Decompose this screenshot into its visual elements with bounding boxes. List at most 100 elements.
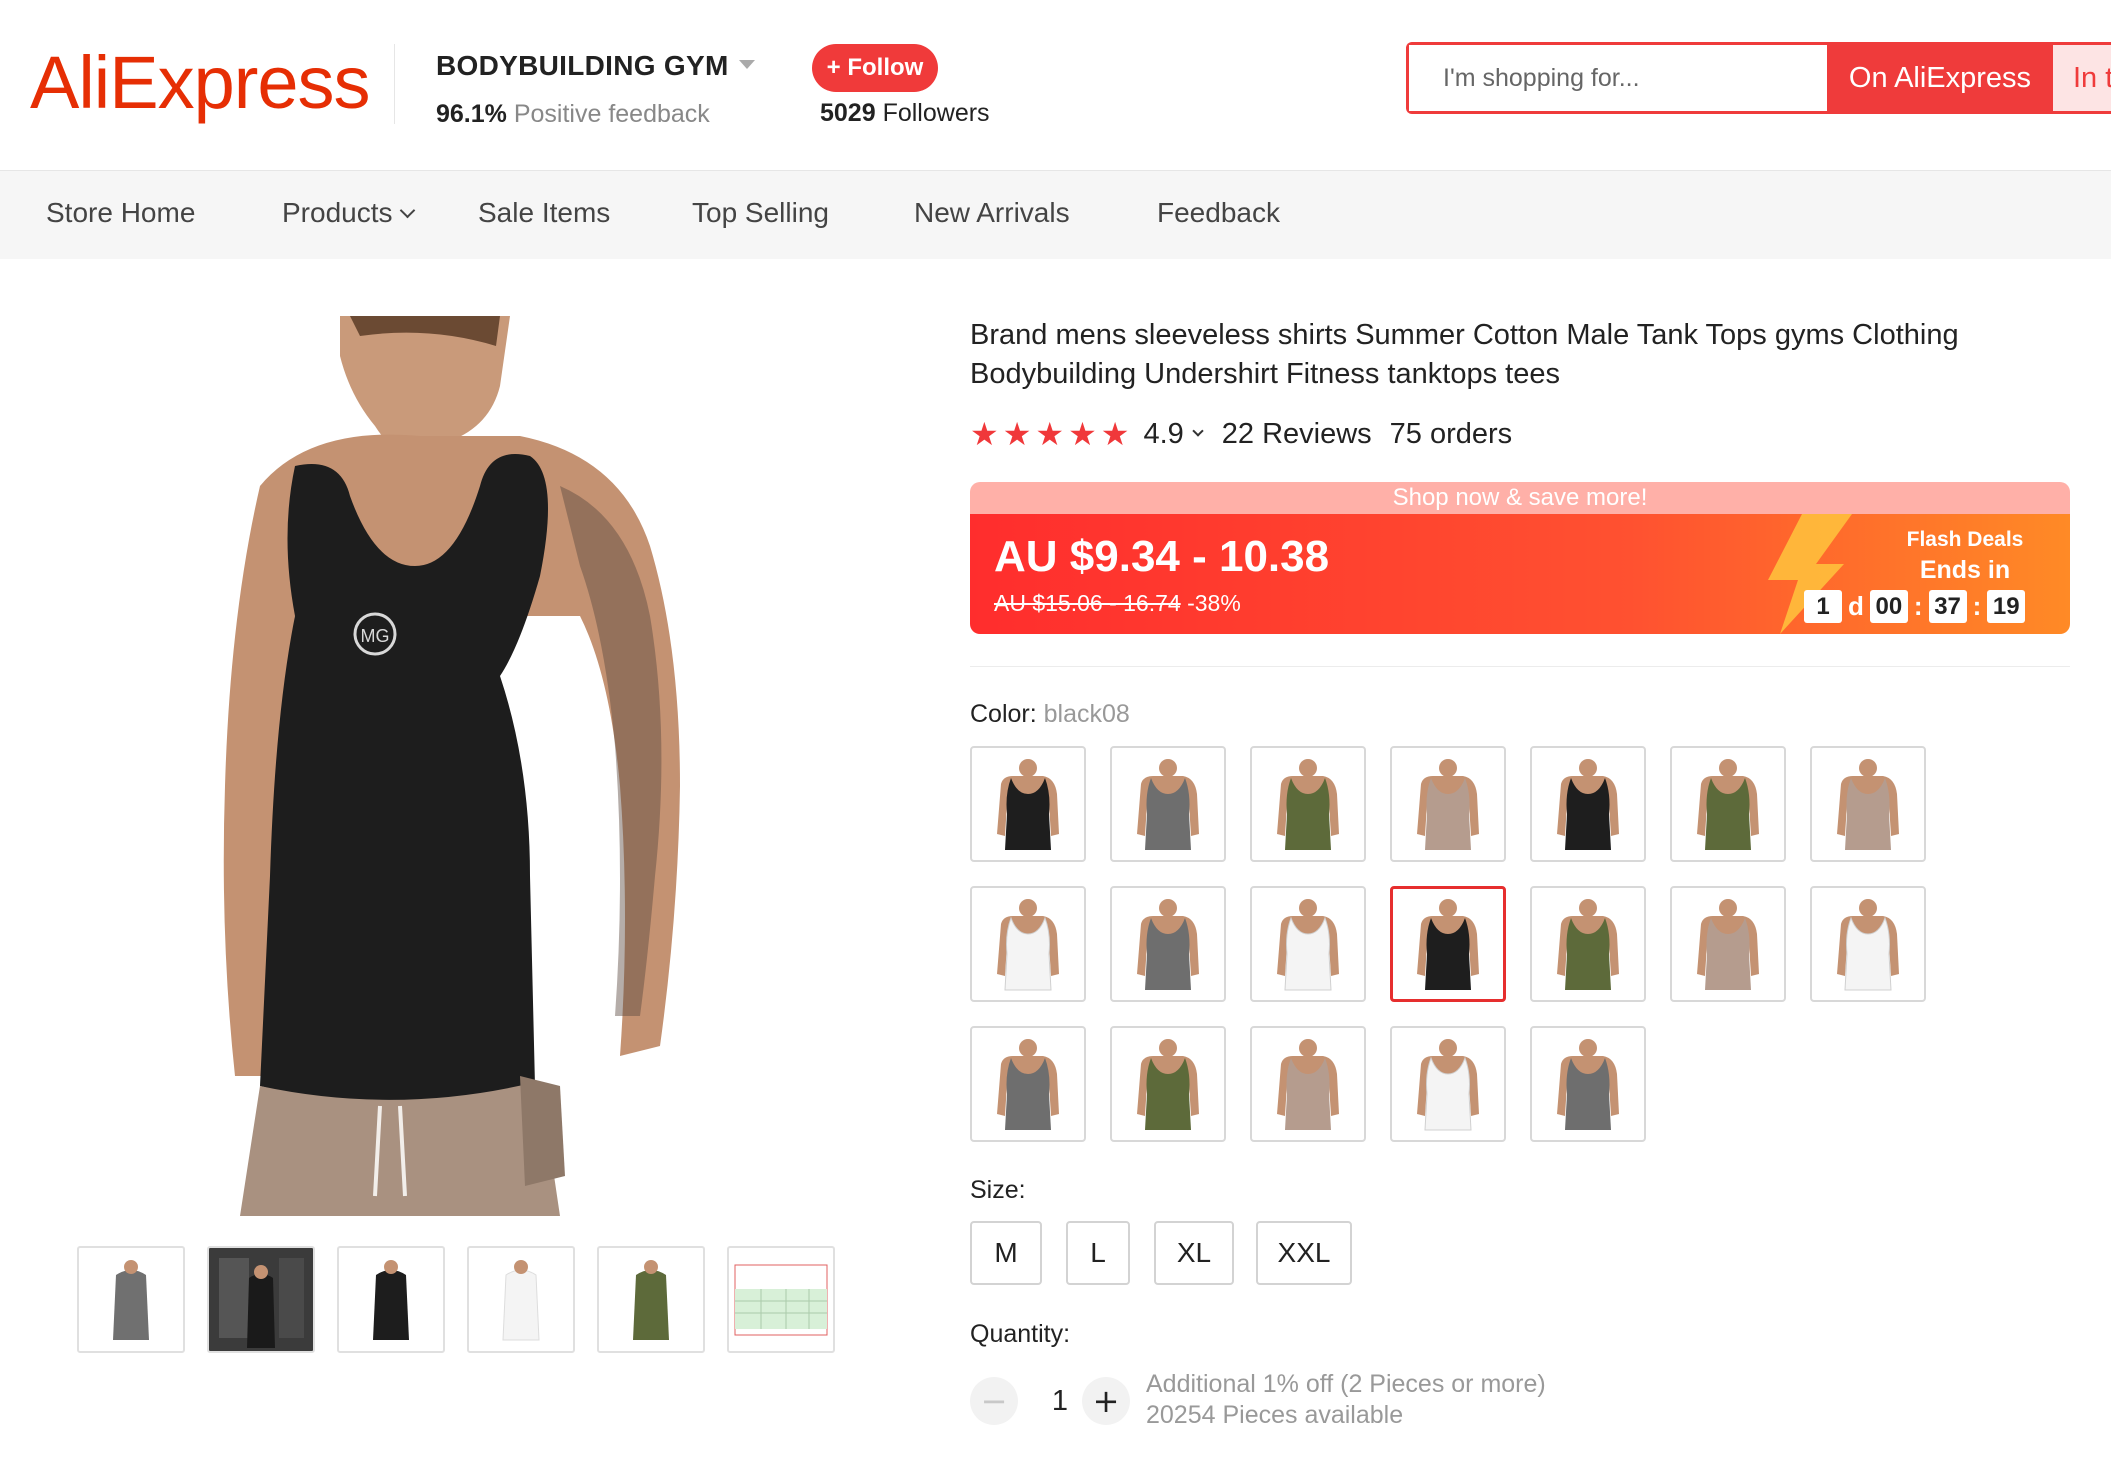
tank-top-icon <box>997 759 1059 850</box>
price-panel: Shop now & save more! AU $9.34 - 10.38 A… <box>970 482 2070 634</box>
tank-top-icon <box>1137 899 1199 990</box>
nav-products[interactable]: Products <box>282 197 415 229</box>
feedback-percent: 96.1% <box>436 100 507 128</box>
size-option-xl[interactable]: XL <box>1154 1221 1234 1285</box>
quantity-increase-button[interactable]: + <box>1082 1377 1130 1425</box>
aliexpress-logo[interactable]: AliExpress <box>30 40 371 125</box>
size-option-l[interactable]: L <box>1066 1221 1130 1285</box>
svg-text:MG: MG <box>361 626 390 646</box>
thumbnail-black[interactable] <box>337 1246 445 1353</box>
quantity-label: Quantity: <box>970 1320 1071 1348</box>
nav-store-home[interactable]: Store Home <box>46 197 195 229</box>
flash-deals-label: Flash Deals <box>1906 528 2024 551</box>
store-name[interactable]: BODYBUILDING GYM <box>436 50 755 82</box>
color-swatch-green[interactable] <box>1530 886 1646 1002</box>
tank-top-icon <box>1137 759 1199 850</box>
color-swatch-tan[interactable] <box>1250 1026 1366 1142</box>
quantity-input[interactable] <box>1040 1377 1080 1425</box>
product-title: Brand mens sleeveless shirts Summer Cott… <box>970 319 1959 390</box>
color-swatch-grey[interactable] <box>1530 1026 1646 1142</box>
followers-number: 5029 <box>820 99 876 127</box>
search-aliexpress-button[interactable]: On AliExpress <box>1827 45 2053 111</box>
quantity-info: Additional 1% off (2 Pieces or more) 202… <box>1146 1369 1546 1431</box>
color-swatch-black-selected[interactable] <box>1390 886 1506 1002</box>
store-nav: Store Home Products Sale Items Top Selli… <box>0 171 2111 259</box>
tank-top-icon <box>1837 899 1899 991</box>
thumbnail-grey[interactable] <box>77 1246 185 1353</box>
chevron-down-icon[interactable] <box>399 202 415 219</box>
original-price-value: AU $15.06 - 16.74 <box>994 590 1181 616</box>
tank-top-icon <box>1697 759 1759 850</box>
color-swatch-tan[interactable] <box>1390 746 1506 862</box>
tank-top-icon <box>1277 1039 1339 1130</box>
star-icon: ★ <box>1068 416 1097 452</box>
color-swatch-white[interactable] <box>1810 886 1926 1002</box>
rating-value[interactable]: 4.9 <box>1143 418 1183 451</box>
followers-count: 5029 Followers <box>820 99 990 128</box>
tank-top-icon <box>1417 1039 1479 1131</box>
nav-top-selling[interactable]: Top Selling <box>692 197 829 229</box>
star-icon: ★ <box>1002 416 1032 452</box>
bulk-discount-note: Additional 1% off (2 Pieces or more) <box>1146 1370 1546 1398</box>
nav-new-arrivals[interactable]: New Arrivals <box>914 197 1070 229</box>
star-icon: ★ <box>1035 416 1065 452</box>
orders-count: 75 orders <box>1389 417 1513 450</box>
tank-top-icon <box>1837 759 1899 850</box>
tank-top-icon <box>997 1039 1059 1130</box>
color-swatch-grey[interactable] <box>970 1026 1086 1142</box>
color-swatch-green[interactable] <box>1250 746 1366 862</box>
countdown-seconds: 19 <box>1987 590 2026 623</box>
nav-products-label[interactable]: Products <box>282 197 393 228</box>
thumbnail-white[interactable] <box>467 1246 575 1353</box>
tank-top-icon <box>1557 899 1619 990</box>
size-option-xxl[interactable]: XXL <box>1256 1221 1352 1285</box>
store-header: AliExpress BODYBUILDING GYM 96.1% Positi… <box>0 0 2111 171</box>
countdown-hours: 00 <box>1869 590 1908 623</box>
color-swatch-tan[interactable] <box>1810 746 1926 862</box>
tank-top-icon <box>1557 759 1619 850</box>
reviews-link[interactable]: 22 Reviews <box>1222 418 1372 451</box>
countdown-days: 1 <box>1804 590 1842 623</box>
chevron-down-icon[interactable] <box>1192 425 1204 437</box>
promo-banner: Shop now & save more! <box>970 482 2070 514</box>
color-swatch-black[interactable] <box>970 746 1086 862</box>
product-main-image[interactable]: MG <box>200 316 780 1216</box>
star-icon: ★ <box>1100 416 1130 452</box>
color-swatch-grey[interactable] <box>1110 746 1226 862</box>
countdown-minutes: 37 <box>1928 590 1967 623</box>
search-input[interactable] <box>1409 45 1827 111</box>
tank-top-icon <box>1697 899 1759 990</box>
tank-top-icon <box>1417 899 1479 990</box>
quantity-decrease-button[interactable]: − <box>970 1377 1018 1425</box>
color-swatch-grey[interactable] <box>1110 886 1226 1002</box>
tank-top-icon <box>1277 899 1339 991</box>
size-option-m[interactable]: M <box>970 1221 1042 1285</box>
follow-button[interactable]: + Follow <box>812 44 938 92</box>
discount-percent: -38% <box>1187 590 1241 616</box>
nav-feedback[interactable]: Feedback <box>1157 197 1280 229</box>
selected-color-name: black08 <box>1043 700 1130 728</box>
original-price: AU $15.06 - 16.74 -38% <box>994 590 1241 617</box>
color-label: Color: black08 <box>970 700 1130 729</box>
size-label: Size: <box>970 1176 1026 1204</box>
color-swatch-green[interactable] <box>1110 1026 1226 1142</box>
color-swatch-white[interactable] <box>970 886 1086 1002</box>
followers-label: Followers <box>882 99 990 127</box>
search-store-button[interactable]: In this store <box>2053 45 2111 111</box>
thumbnail-green[interactable] <box>597 1246 705 1353</box>
thumbnail-size-chart[interactable] <box>727 1246 835 1353</box>
color-swatch-green[interactable] <box>1670 746 1786 862</box>
caret-down-icon[interactable] <box>738 60 755 69</box>
rating-summary: ★ ★ ★ ★ ★ 4.9 22 Reviews 75 orders <box>970 414 1512 454</box>
color-swatch-tan[interactable] <box>1670 886 1786 1002</box>
color-swatch-black[interactable] <box>1530 746 1646 862</box>
tank-top-model-image: MG <box>223 316 680 1216</box>
color-swatch-white[interactable] <box>1390 1026 1506 1142</box>
thumbnail-photo[interactable] <box>207 1246 315 1353</box>
header-divider <box>394 44 395 124</box>
nav-sale-items[interactable]: Sale Items <box>478 197 610 229</box>
flash-deal-price: AU $9.34 - 10.38 AU $15.06 - 16.74 -38% … <box>970 514 2070 634</box>
store-name-text[interactable]: BODYBUILDING GYM <box>436 50 729 81</box>
color-swatch-white[interactable] <box>1250 886 1366 1002</box>
countdown-separator: : <box>1913 591 1923 621</box>
